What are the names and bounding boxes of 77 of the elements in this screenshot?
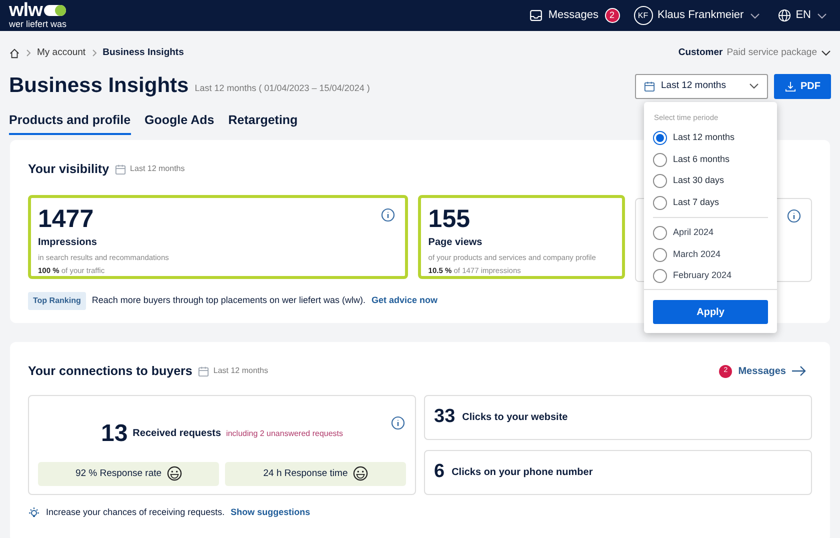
info-icon[interactable]: [787, 208, 801, 223]
pdf-button[interactable]: PDF: [774, 74, 831, 98]
time-period-option[interactable]: March 2024: [644, 244, 777, 266]
time-period-option[interactable]: Last 7 days: [644, 192, 777, 214]
tab[interactable]: Products and profile: [9, 111, 131, 135]
time-period-option[interactable]: April 2024: [644, 222, 777, 244]
chevron-down-icon: [821, 50, 831, 56]
chevron-down-icon: [749, 83, 759, 89]
user-name[interactable]: Klaus Frankmeier: [658, 7, 744, 24]
time-period-option[interactable]: February 2024: [644, 265, 777, 287]
stat-text: 24 h Response time: [263, 466, 348, 481]
calendar-icon: [115, 164, 126, 175]
metric-value: 155: [428, 206, 470, 232]
user-avatar[interactable]: KF: [634, 6, 653, 25]
period-select[interactable]: Last 12 months: [635, 74, 768, 98]
tip-text: Increase your chances of receiving requests.: [46, 506, 225, 519]
clicks-count: 6: [434, 460, 445, 484]
inbox-icon[interactable]: [530, 10, 542, 21]
page-title: Business Insights: [9, 73, 189, 100]
clicks-label: Clicks to your website: [462, 410, 568, 425]
toggle-logo-icon: [44, 5, 66, 16]
suggestions-link[interactable]: Show suggestions: [230, 506, 310, 520]
advice-link[interactable]: Get advice now: [371, 294, 438, 308]
download-icon: [784, 80, 796, 92]
time-period-option[interactable]: Last 30 days: [644, 170, 777, 192]
clicks-label: Clicks on your phone number: [452, 466, 593, 480]
radio-button[interactable]: [653, 248, 667, 262]
tab[interactable]: Retargeting: [228, 111, 298, 135]
clicks-count: 33: [434, 405, 456, 429]
apply-button[interactable]: Apply: [653, 300, 768, 324]
time-period-option[interactable]: Last 6 months: [644, 148, 777, 170]
ranking-text: Reach more buyers through top placements on wer liefert was (wlw).: [92, 294, 366, 307]
tab[interactable]: Google Ads: [144, 111, 214, 135]
section-title: Your visibility: [28, 161, 110, 178]
radio-button[interactable]: [653, 269, 667, 283]
period-label: Last 12 months: [213, 365, 268, 378]
home-icon[interactable]: [9, 48, 20, 58]
logo-subtitle: wer liefert was: [9, 20, 67, 28]
radio-button[interactable]: [653, 152, 667, 166]
unanswered-note: including 2 unanswered requests: [226, 428, 344, 440]
info-icon[interactable]: [381, 208, 396, 222]
chevron-down-icon: [817, 12, 827, 18]
top-ranking-badge: Top Ranking: [28, 292, 86, 310]
chevron-down-icon: [750, 12, 760, 18]
breadcrumb-link[interactable]: Business Insights: [102, 46, 184, 60]
breadcrumb-link[interactable]: My account: [37, 46, 86, 60]
radio-button[interactable]: [653, 226, 667, 240]
calendar-icon: [644, 80, 655, 92]
smiley-icon: [166, 466, 182, 482]
period-label: Last 12 months: [130, 163, 185, 176]
period-text: Last 12 months ( 01/04/2023 – 15/04/2024 ): [194, 82, 370, 96]
language-selector[interactable]: EN: [796, 7, 811, 24]
time-period-option[interactable]: Last 12 months: [644, 127, 777, 149]
stat-text: 92 % Response rate: [75, 466, 162, 481]
requests-label: Received requests: [132, 427, 222, 442]
messages-link[interactable]: Messages: [548, 7, 599, 24]
info-icon[interactable]: [391, 416, 405, 430]
radio-button[interactable]: [653, 131, 667, 145]
requests-count: 13: [100, 418, 128, 449]
metric-value: 1477: [38, 206, 94, 232]
radio-button[interactable]: [653, 196, 667, 210]
package-dropdown[interactable]: Paid service package: [726, 46, 817, 60]
calendar-icon: [198, 366, 210, 377]
globe-icon[interactable]: [778, 9, 791, 22]
messages-link[interactable]: Messages: [738, 364, 786, 379]
logo-text: wlw: [9, 2, 42, 18]
radio-button[interactable]: [653, 174, 667, 188]
metric-label: Page views: [428, 236, 484, 250]
chevron-right-icon: [92, 49, 97, 57]
lightbulb-icon: [28, 506, 40, 518]
metric-label: Impressions: [38, 236, 98, 250]
smiley-icon: [352, 466, 368, 482]
chevron-right-icon: [26, 49, 31, 57]
notification-badge: 2: [604, 8, 620, 23]
arrow-right-icon: [792, 366, 806, 376]
section-title: Your connections to buyers: [28, 363, 192, 380]
customer-label: Customer: [678, 46, 723, 60]
